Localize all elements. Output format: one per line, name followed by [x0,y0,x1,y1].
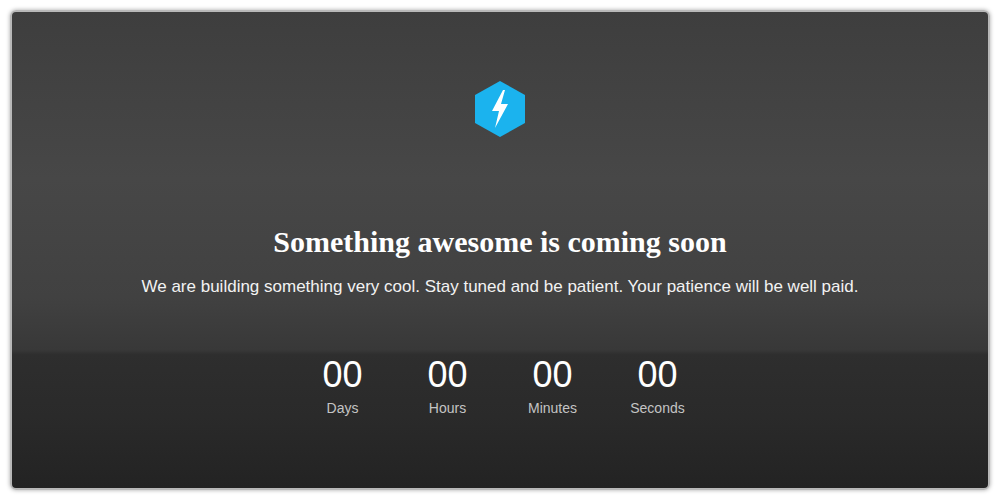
countdown: 00 Days 00 Hours 00 Minutes 00 Seconds [303,355,698,417]
countdown-label: Seconds [630,399,684,417]
countdown-unit: 00 Minutes [513,355,593,417]
countdown-unit: 00 Seconds [618,355,698,417]
countdown-value: 00 [637,355,677,395]
countdown-label: Minutes [528,399,577,417]
coming-soon-frame: Something awesome is coming soon We are b… [10,10,990,490]
heading: Something awesome is coming soon [273,222,726,262]
countdown-value: 00 [427,355,467,395]
countdown-label: Hours [429,399,466,417]
countdown-unit: 00 Days [303,355,383,417]
lightning-logo-icon [474,80,526,138]
hero-content: Something awesome is coming soon We are b… [12,12,988,417]
countdown-value: 00 [532,355,572,395]
countdown-value: 00 [322,355,362,395]
page: Something awesome is coming soon We are b… [0,0,1000,500]
countdown-unit: 00 Hours [408,355,488,417]
countdown-label: Days [327,399,359,417]
subheading: We are building something very cool. Sta… [142,275,859,299]
